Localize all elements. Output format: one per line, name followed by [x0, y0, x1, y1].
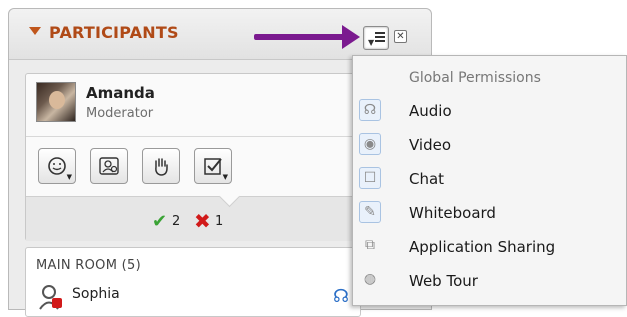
no-count: 1	[215, 214, 224, 229]
main-room-list: MAIN ROOM (5) Sophia ☊	[25, 247, 361, 317]
application-sharing-icon: ⧉	[365, 237, 375, 253]
list-icon	[375, 32, 385, 44]
menu-item-label: Web Tour	[409, 272, 478, 290]
collapse-caret-icon[interactable]	[29, 27, 41, 35]
emoticon-button[interactable]: ▼	[38, 148, 76, 184]
participant-name[interactable]: Sophia	[72, 286, 120, 302]
cross-icon: ✖	[194, 209, 211, 233]
room-title: MAIN ROOM (5)	[36, 258, 141, 273]
audio-icon[interactable]: ☊	[333, 286, 349, 307]
menu-item-label: Chat	[409, 170, 445, 188]
options-menu-button[interactable]: ▼	[363, 26, 389, 50]
presenter-card: Amanda Moderator ▼ ▼ ✔ 2 ✖ 1	[25, 73, 361, 241]
smiley-icon	[48, 157, 66, 175]
menu-item-label: Audio	[409, 102, 452, 120]
annotation-arrow-shaft	[254, 34, 346, 40]
callout-pointer	[218, 185, 241, 208]
chevron-down-icon: ▼	[368, 38, 375, 47]
menu-item-label: Application Sharing	[409, 238, 556, 256]
menu-item-whiteboard[interactable]: ✎ Whiteboard	[353, 198, 626, 228]
checkbox-icon	[204, 158, 222, 175]
audio-permission-icon: ☊	[359, 99, 381, 121]
menu-header: Global Permissions	[409, 70, 541, 86]
yes-count: 2	[172, 214, 181, 229]
annotation-arrow-icon	[342, 25, 360, 49]
chevron-down-icon: ▼	[222, 173, 228, 181]
profile-card-icon	[99, 157, 119, 175]
whiteboard-permission-icon: ✎	[359, 201, 381, 223]
panel-title: PARTICIPANTS	[49, 23, 179, 42]
menu-item-chat[interactable]: ☐ Chat	[353, 164, 626, 194]
panel-header: PARTICIPANTS ▼ ✕	[9, 9, 431, 60]
menu-item-application-sharing[interactable]: ⧉ Application Sharing	[353, 232, 626, 262]
menu-item-label: Video	[409, 136, 452, 154]
profile-button[interactable]	[90, 148, 128, 184]
options-dropdown-menu: Global Permissions ☊ Audio ◉ Video ☐ Cha…	[352, 55, 627, 306]
participant-icon	[39, 285, 62, 310]
polling-button[interactable]: ▼	[194, 148, 232, 184]
raise-hand-button[interactable]	[142, 148, 180, 184]
hand-icon	[155, 158, 168, 176]
video-permission-icon: ◉	[359, 133, 381, 155]
avatar	[36, 82, 76, 122]
divider	[26, 136, 360, 137]
chat-permission-icon: ☐	[359, 167, 381, 189]
chevron-down-icon: ▼	[66, 173, 72, 181]
web-tour-icon: ◍	[363, 271, 377, 287]
check-icon: ✔	[152, 211, 168, 232]
close-icon[interactable]: ✕	[394, 30, 407, 43]
menu-item-web-tour[interactable]: ◍ Web Tour	[353, 266, 626, 296]
presenter-name: Amanda	[86, 84, 155, 102]
menu-item-label: Whiteboard	[409, 204, 496, 222]
presenter-role: Moderator	[86, 106, 154, 121]
menu-item-video[interactable]: ◉ Video	[353, 130, 626, 160]
menu-item-audio[interactable]: ☊ Audio	[353, 96, 626, 126]
poll-summary-bar: ✔ 2 ✖ 1	[26, 185, 360, 241]
